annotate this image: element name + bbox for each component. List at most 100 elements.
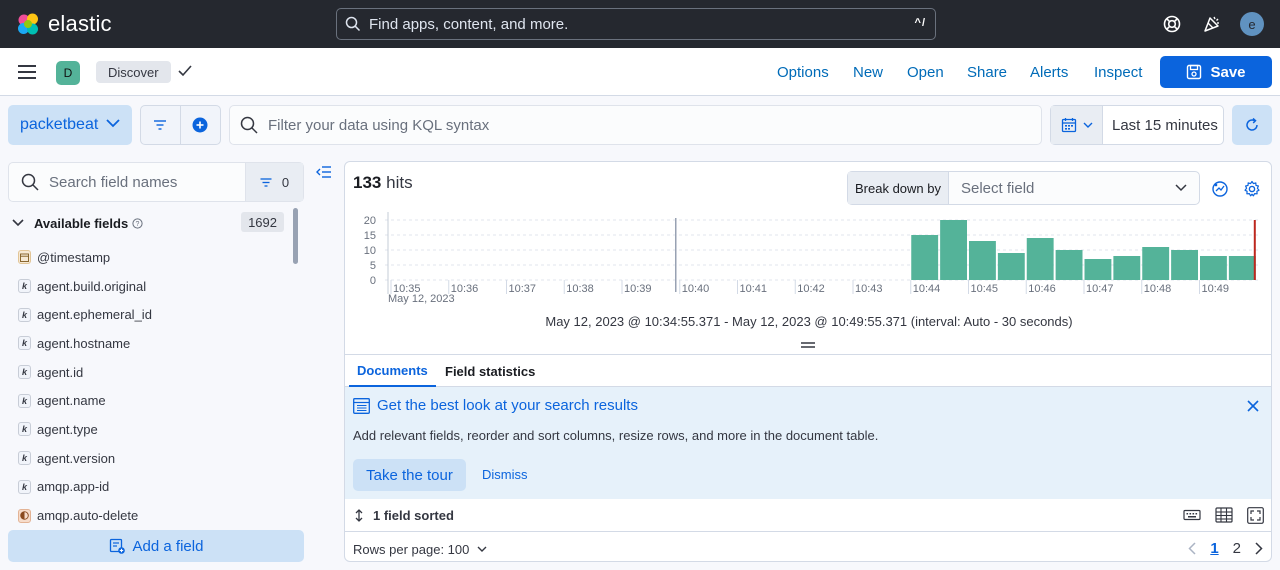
main-panel: 133 hits Break down by Select field 20 15…	[344, 161, 1272, 562]
y-tick-label: 10	[364, 245, 376, 257]
field-list-item[interactable]: k amqp.app-id	[18, 473, 288, 502]
tab-field-statistics[interactable]: Field statistics	[437, 355, 543, 387]
histogram-chart[interactable]: 2015105010:35 10:36 10:37 10:38 10:39 10:40 10…	[345, 210, 1272, 310]
chevron-right-icon[interactable]	[1255, 542, 1263, 555]
field-list-item[interactable]: k agent.build.original	[18, 272, 288, 301]
field-list-item[interactable]: k agent.ephemeral_id	[18, 300, 288, 329]
x-tick-label: 10:42	[797, 283, 825, 295]
gear-icon[interactable]	[1243, 180, 1261, 198]
field-list-item[interactable]: k agent.name	[18, 386, 288, 415]
brand-name: elastic	[48, 11, 112, 36]
global-search-input[interactable]	[369, 15, 889, 33]
info-icon: ?	[132, 217, 143, 229]
news-icon[interactable]	[1201, 13, 1223, 35]
alerts-link[interactable]: Alerts	[1030, 64, 1068, 81]
kql-search-bar[interactable]	[229, 105, 1042, 145]
chevron-down-icon	[1083, 122, 1092, 128]
data-view-picker[interactable]: packetbeat	[8, 105, 132, 145]
field-list-item[interactable]: k agent.id	[18, 358, 288, 387]
x-tick-label: 10:49	[1202, 283, 1230, 295]
display-density-icon[interactable]	[1215, 507, 1233, 523]
histogram-bar	[1200, 256, 1227, 280]
x-tick-label: 10:37	[509, 283, 537, 295]
field-search-input[interactable]	[49, 173, 229, 191]
collapse-sidebar-icon[interactable]	[316, 166, 332, 178]
histogram-bar	[1228, 256, 1256, 280]
sidebar-scrollbar[interactable]	[293, 208, 298, 264]
space-avatar[interactable]: D	[56, 61, 80, 85]
keyword-type-icon: k	[18, 307, 31, 322]
elastic-logo[interactable]: elastic	[16, 11, 112, 37]
new-link[interactable]: New	[853, 64, 883, 81]
kql-input[interactable]	[268, 116, 1028, 134]
take-tour-button[interactable]: Take the tour	[353, 459, 466, 491]
query-bar: packetbeat Last 15 minutes	[0, 96, 1280, 154]
menu-icon[interactable]	[18, 65, 38, 81]
field-type-filter-button[interactable]: 0	[245, 163, 303, 201]
date-type-icon	[18, 250, 31, 265]
field-list-item[interactable]: k agent.type	[18, 415, 288, 444]
time-range-label[interactable]: Last 15 minutes	[1103, 106, 1223, 144]
field-list-item[interactable]: @timestamp	[18, 243, 288, 272]
add-filter-icon[interactable]	[181, 106, 221, 144]
keyboard-shortcuts-icon[interactable]	[1183, 507, 1201, 523]
open-link[interactable]: Open	[907, 64, 944, 81]
field-name: agent.hostname	[37, 335, 131, 351]
table-icon	[353, 398, 370, 414]
grid-toolbar: 1 field sorted	[345, 499, 1271, 532]
data-view-label: packetbeat	[20, 116, 99, 133]
x-tick-label: 10:44	[913, 283, 941, 295]
close-icon[interactable]	[1247, 400, 1259, 412]
filter-menu-icon[interactable]	[141, 106, 181, 144]
rows-per-page-select[interactable]: Rows per page: 100	[353, 542, 487, 557]
field-list-item[interactable]: amqp.auto-delete	[18, 501, 288, 530]
fullscreen-icon[interactable]	[1247, 507, 1264, 524]
refresh-button[interactable]	[1232, 105, 1272, 145]
breakdown-label: Break down by	[848, 172, 949, 204]
x-tick-label: 10:41	[740, 283, 768, 295]
sort-icon[interactable]	[354, 509, 364, 522]
save-button[interactable]: Save	[1160, 56, 1272, 88]
sort-status[interactable]: 1 field sorted	[373, 508, 454, 523]
page-1-link[interactable]: 1	[1210, 540, 1218, 557]
breakdown-control: Break down by Select field	[847, 171, 1200, 205]
x-tick-label: 10:39	[624, 283, 652, 295]
available-fields-header[interactable]: Available fields ? 1692	[12, 212, 284, 234]
refresh-icon	[1246, 117, 1258, 131]
tab-documents[interactable]: Documents	[349, 355, 436, 387]
add-field-button[interactable]: Add a field	[8, 530, 304, 562]
keyword-type-icon: k	[18, 279, 31, 294]
chevron-left-icon[interactable]	[1188, 542, 1196, 555]
breakdown-field-select[interactable]: Select field	[949, 172, 1199, 204]
quick-select-button[interactable]	[1051, 106, 1103, 144]
field-sidebar: 0 Available fields ? 1692 @timestampkage…	[0, 154, 312, 570]
field-list-item[interactable]: k agent.hostname	[18, 329, 288, 358]
options-link[interactable]: Options	[777, 64, 829, 81]
inspect-link[interactable]: Inspect	[1094, 64, 1142, 81]
keyword-type-icon: k	[18, 336, 31, 351]
user-avatar[interactable]: e	[1240, 12, 1264, 36]
keyword-type-icon: k	[18, 393, 31, 408]
field-list-item[interactable]: k agent.version	[18, 444, 288, 473]
global-search[interactable]: ^/	[336, 8, 936, 40]
breadcrumb-discover[interactable]: Discover	[96, 61, 171, 83]
help-icon[interactable]	[1161, 13, 1183, 35]
histogram-bar	[1055, 250, 1083, 280]
search-icon	[240, 116, 258, 134]
histogram-bar	[1026, 238, 1054, 280]
dismiss-button[interactable]: Dismiss	[482, 467, 528, 482]
suggestion-icon[interactable]	[1211, 180, 1229, 198]
share-link[interactable]: Share	[967, 64, 1007, 81]
chevron-down-icon	[477, 546, 487, 552]
page-2-link[interactable]: 2	[1233, 540, 1241, 557]
x-tick-label: 10:43	[855, 283, 883, 295]
field-search[interactable]: 0	[8, 162, 304, 202]
panel-resize-handle[interactable]	[801, 342, 815, 348]
histogram-bar	[940, 220, 967, 280]
field-name: @timestamp	[37, 249, 111, 265]
callout-text: Add relevant fields, reorder and sort co…	[353, 428, 879, 443]
chevron-down-icon	[106, 119, 120, 128]
hits-label: hits	[386, 173, 413, 192]
y-tick-label: 15	[364, 230, 376, 242]
grid-footer: Rows per page: 100 1 2	[345, 532, 1271, 561]
